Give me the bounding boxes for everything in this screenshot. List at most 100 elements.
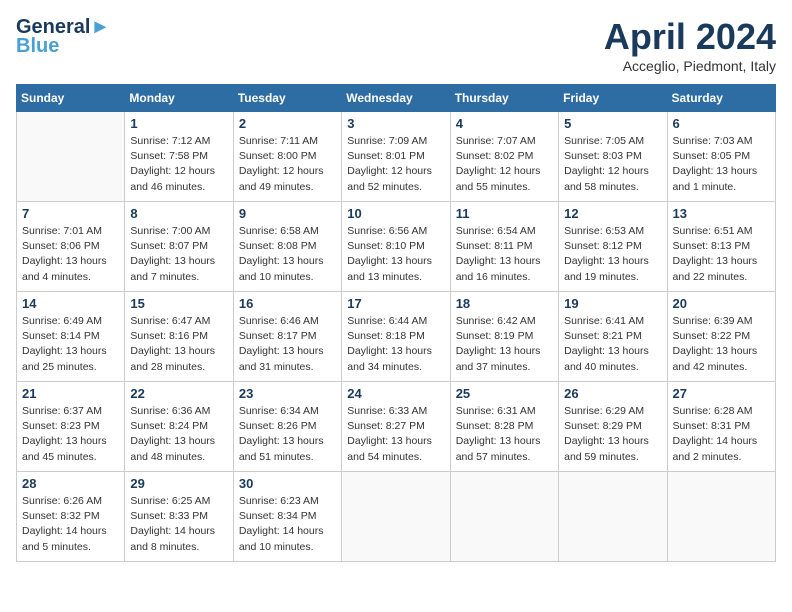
day-cell: 27 Sunrise: 6:28 AMSunset: 8:31 PMDayligh… [667,382,775,472]
day-info: Sunrise: 6:41 AMSunset: 8:21 PMDaylight:… [564,314,661,375]
day-number: 16 [239,296,336,311]
day-cell: 23 Sunrise: 6:34 AMSunset: 8:26 PMDayligh… [233,382,341,472]
day-info: Sunrise: 7:09 AMSunset: 8:01 PMDaylight:… [347,134,444,195]
day-cell: 19 Sunrise: 6:41 AMSunset: 8:21 PMDayligh… [559,292,667,382]
day-cell [559,472,667,562]
day-number: 28 [22,476,119,491]
day-info: Sunrise: 7:00 AMSunset: 8:07 PMDaylight:… [130,224,227,285]
day-number: 22 [130,386,227,401]
day-number: 27 [673,386,770,401]
day-info: Sunrise: 7:12 AMSunset: 7:58 PMDaylight:… [130,134,227,195]
day-info: Sunrise: 6:23 AMSunset: 8:34 PMDaylight:… [239,494,336,555]
day-number: 8 [130,206,227,221]
day-info: Sunrise: 7:05 AMSunset: 8:03 PMDaylight:… [564,134,661,195]
day-cell: 16 Sunrise: 6:46 AMSunset: 8:17 PMDayligh… [233,292,341,382]
day-cell [342,472,450,562]
calendar-header-row: SundayMondayTuesdayWednesdayThursdayFrid… [17,85,776,112]
weekday-header-sunday: Sunday [17,85,125,112]
day-cell: 12 Sunrise: 6:53 AMSunset: 8:12 PMDayligh… [559,202,667,292]
day-info: Sunrise: 6:33 AMSunset: 8:27 PMDaylight:… [347,404,444,465]
day-cell: 17 Sunrise: 6:44 AMSunset: 8:18 PMDayligh… [342,292,450,382]
day-cell: 20 Sunrise: 6:39 AMSunset: 8:22 PMDayligh… [667,292,775,382]
day-cell: 2Sunrise: 7:11 AMSunset: 8:00 PMDaylight… [233,112,341,202]
day-info: Sunrise: 6:37 AMSunset: 8:23 PMDaylight:… [22,404,119,465]
day-info: Sunrise: 6:51 AMSunset: 8:13 PMDaylight:… [673,224,770,285]
week-row-4: 21 Sunrise: 6:37 AMSunset: 8:23 PMDayligh… [17,382,776,472]
day-info: Sunrise: 6:34 AMSunset: 8:26 PMDaylight:… [239,404,336,465]
day-info: Sunrise: 6:28 AMSunset: 8:31 PMDaylight:… [673,404,770,465]
day-info: Sunrise: 6:42 AMSunset: 8:19 PMDaylight:… [456,314,553,375]
day-info: Sunrise: 6:25 AMSunset: 8:33 PMDaylight:… [130,494,227,555]
day-info: Sunrise: 7:07 AMSunset: 8:02 PMDaylight:… [456,134,553,195]
day-info: Sunrise: 7:11 AMSunset: 8:00 PMDaylight:… [239,134,336,195]
day-cell [17,112,125,202]
day-number: 21 [22,386,119,401]
day-number: 15 [130,296,227,311]
day-number: 30 [239,476,336,491]
day-number: 20 [673,296,770,311]
day-number: 3 [347,116,444,131]
day-cell: 3 Sunrise: 7:09 AMSunset: 8:01 PMDaylight… [342,112,450,202]
weekday-header-monday: Monday [125,85,233,112]
day-cell: 4 Sunrise: 7:07 AMSunset: 8:02 PMDaylight… [450,112,558,202]
day-info: Sunrise: 6:36 AMSunset: 8:24 PMDaylight:… [130,404,227,465]
day-number: 6 [673,116,770,131]
logo-blue: Blue [16,35,59,58]
weekday-header-tuesday: Tuesday [233,85,341,112]
day-info: Sunrise: 6:26 AMSunset: 8:32 PMDaylight:… [22,494,119,555]
day-number: 23 [239,386,336,401]
day-cell: 10Sunrise: 6:56 AMSunset: 8:10 PMDayligh… [342,202,450,292]
day-info: Sunrise: 6:53 AMSunset: 8:12 PMDaylight:… [564,224,661,285]
day-number: 10 [347,206,444,221]
day-number: 17 [347,296,444,311]
day-number: 4 [456,116,553,131]
day-info: Sunrise: 6:54 AMSunset: 8:11 PMDaylight:… [456,224,553,285]
day-cell: 14Sunrise: 6:49 AMSunset: 8:14 PMDayligh… [17,292,125,382]
day-number: 5 [564,116,661,131]
day-number: 19 [564,296,661,311]
day-info: Sunrise: 7:01 AMSunset: 8:06 PMDaylight:… [22,224,119,285]
day-cell: 7Sunrise: 7:01 AMSunset: 8:06 PMDaylight… [17,202,125,292]
week-row-3: 14Sunrise: 6:49 AMSunset: 8:14 PMDayligh… [17,292,776,382]
day-info: Sunrise: 6:39 AMSunset: 8:22 PMDaylight:… [673,314,770,375]
calendar-table: SundayMondayTuesdayWednesdayThursdayFrid… [16,84,776,562]
day-info: Sunrise: 6:46 AMSunset: 8:17 PMDaylight:… [239,314,336,375]
weekday-header-wednesday: Wednesday [342,85,450,112]
day-number: 11 [456,206,553,221]
day-number: 14 [22,296,119,311]
week-row-5: 28 Sunrise: 6:26 AMSunset: 8:32 PMDayligh… [17,472,776,562]
day-info: Sunrise: 6:44 AMSunset: 8:18 PMDaylight:… [347,314,444,375]
day-cell: 6Sunrise: 7:03 AMSunset: 8:05 PMDaylight… [667,112,775,202]
day-info: Sunrise: 6:31 AMSunset: 8:28 PMDaylight:… [456,404,553,465]
day-cell: 24Sunrise: 6:33 AMSunset: 8:27 PMDayligh… [342,382,450,472]
day-cell [450,472,558,562]
day-number: 29 [130,476,227,491]
day-info: Sunrise: 6:29 AMSunset: 8:29 PMDaylight:… [564,404,661,465]
day-number: 9 [239,206,336,221]
location: Acceglio, Piedmont, Italy [604,58,776,74]
logo: General► Blue [16,16,110,58]
day-cell: 13 Sunrise: 6:51 AMSunset: 8:13 PMDayligh… [667,202,775,292]
day-cell: 21 Sunrise: 6:37 AMSunset: 8:23 PMDayligh… [17,382,125,472]
day-cell: 26 Sunrise: 6:29 AMSunset: 8:29 PMDayligh… [559,382,667,472]
day-cell: 30 Sunrise: 6:23 AMSunset: 8:34 PMDayligh… [233,472,341,562]
weekday-header-saturday: Saturday [667,85,775,112]
weekday-header-thursday: Thursday [450,85,558,112]
day-cell: 18 Sunrise: 6:42 AMSunset: 8:19 PMDayligh… [450,292,558,382]
day-cell [667,472,775,562]
day-number: 1 [130,116,227,131]
day-number: 18 [456,296,553,311]
day-cell: 1 Sunrise: 7:12 AMSunset: 7:58 PMDaylight… [125,112,233,202]
weekday-header-friday: Friday [559,85,667,112]
day-cell: 29 Sunrise: 6:25 AMSunset: 8:33 PMDayligh… [125,472,233,562]
day-cell: 11 Sunrise: 6:54 AMSunset: 8:11 PMDayligh… [450,202,558,292]
week-row-1: 1 Sunrise: 7:12 AMSunset: 7:58 PMDaylight… [17,112,776,202]
week-row-2: 7Sunrise: 7:01 AMSunset: 8:06 PMDaylight… [17,202,776,292]
day-info: Sunrise: 6:47 AMSunset: 8:16 PMDaylight:… [130,314,227,375]
day-info: Sunrise: 6:58 AMSunset: 8:08 PMDaylight:… [239,224,336,285]
day-cell: 9 Sunrise: 6:58 AMSunset: 8:08 PMDaylight… [233,202,341,292]
day-number: 12 [564,206,661,221]
day-number: 25 [456,386,553,401]
day-number: 26 [564,386,661,401]
day-number: 13 [673,206,770,221]
